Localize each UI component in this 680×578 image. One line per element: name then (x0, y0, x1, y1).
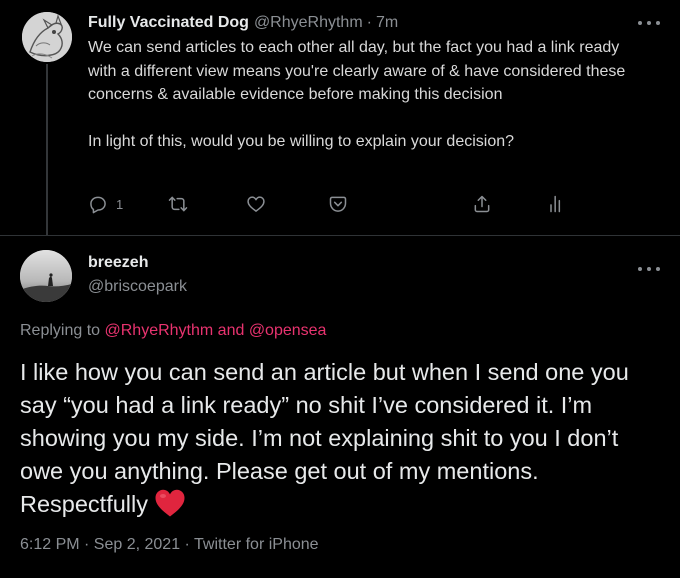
dot-icon (638, 267, 642, 271)
mention-link[interactable]: @RhyeRhythm (105, 322, 214, 339)
more-options-icon[interactable] (638, 262, 660, 276)
dot-icon (647, 267, 651, 271)
tweet-header: Fully Vaccinated Dog @RhyeRhythm · 7m (88, 12, 398, 34)
analytics-icon (550, 195, 561, 213)
tweet-body-text: I like how you can send an article but w… (20, 359, 629, 517)
retweet-icon (168, 196, 188, 212)
tweet-parent[interactable]: Fully Vaccinated Dog @RhyeRhythm · 7m We… (0, 0, 680, 236)
author-name[interactable]: Fully Vaccinated Dog (88, 14, 249, 32)
like-icon (247, 196, 265, 212)
tweet-text: I like how you can send an article but w… (20, 356, 660, 521)
author-name[interactable]: breezeh (88, 254, 148, 272)
tweet-actions-bar: 1 (88, 192, 588, 216)
tip-button[interactable] (328, 192, 348, 216)
dot-icon (656, 21, 660, 25)
share-icon (474, 195, 490, 213)
red-heart-emoji-icon (155, 489, 185, 517)
share-button[interactable] (472, 192, 492, 216)
like-button[interactable] (246, 192, 266, 216)
dot-icon (638, 21, 642, 25)
reply-count: 1 (116, 196, 124, 212)
reply-button[interactable]: 1 (88, 192, 123, 216)
dot-icon (647, 21, 651, 25)
avatar-fully-vaccinated-dog[interactable] (22, 12, 72, 62)
tweet-time[interactable]: 7m (376, 14, 398, 32)
tweet-main[interactable]: breezeh @briscoepark Replying to @RhyeRh… (0, 236, 680, 578)
more-options-icon[interactable] (638, 16, 660, 30)
dog-sketch-avatar-image (22, 12, 72, 62)
dot-icon (656, 267, 660, 271)
thread-connector-line (46, 64, 48, 236)
tweet-paragraph: We can send articles to each other all d… (88, 39, 626, 103)
avatar-breezeh[interactable] (20, 250, 72, 302)
tweet-timestamp[interactable]: 6:12 PM · Sep 2, 2021 · Twitter for iPho… (20, 536, 319, 554)
tip-icon (329, 196, 347, 212)
mention-link[interactable]: @opensea (249, 322, 327, 339)
replying-and-text: and (213, 322, 249, 339)
tweet-text: We can send articles to each other all d… (88, 36, 648, 153)
author-handle[interactable]: @RhyeRhythm (254, 14, 363, 32)
separator-dot: · (366, 14, 372, 31)
retweet-button[interactable] (168, 192, 188, 216)
tweet-paragraph: In light of this, would you be willing t… (88, 132, 515, 150)
silhouette-avatar-image (20, 250, 72, 302)
author-handle[interactable]: @briscoepark (88, 278, 187, 296)
reply-icon (90, 196, 106, 214)
replying-to-label: Replying to (20, 322, 105, 339)
replying-to-line: Replying to @RhyeRhythm and @opensea (20, 322, 326, 340)
analytics-button[interactable] (546, 192, 566, 216)
